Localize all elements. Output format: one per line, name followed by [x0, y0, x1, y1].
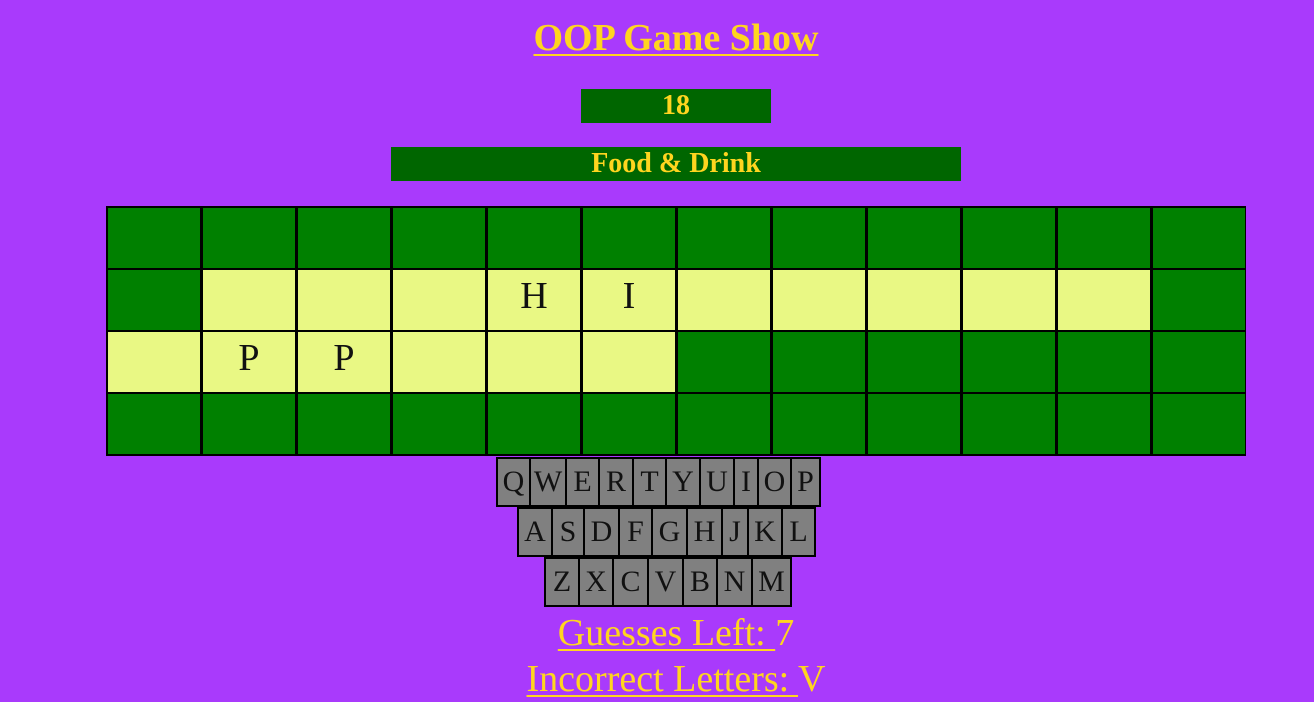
key-l[interactable]: L: [781, 507, 816, 557]
keyboard-row-3: ZXCVBNM: [544, 557, 792, 607]
key-u[interactable]: U: [699, 457, 735, 507]
key-m[interactable]: M: [751, 557, 792, 607]
board-blank-tile: [393, 208, 485, 268]
key-s[interactable]: S: [551, 507, 585, 557]
board-blank-tile: [773, 394, 865, 454]
key-g[interactable]: G: [651, 507, 688, 557]
board-letter-slot: [1058, 270, 1150, 330]
board-blank-tile: [1058, 332, 1150, 392]
board-letter-slot: [773, 270, 865, 330]
board-letter-slot: [393, 270, 485, 330]
key-a[interactable]: A: [517, 507, 553, 557]
board-letter-slot: P: [298, 332, 390, 392]
board-letter-slot: [203, 270, 295, 330]
board-blank-tile: [773, 332, 865, 392]
key-w[interactable]: W: [529, 457, 567, 507]
board-blank-tile: [108, 208, 200, 268]
board-blank-tile: [868, 332, 960, 392]
board-blank-tile: [678, 394, 770, 454]
keyboard-row-2: ASDFGHJKL: [517, 507, 816, 557]
key-j[interactable]: J: [721, 507, 749, 557]
board-blank-tile: [203, 394, 295, 454]
board-blank-tile: [868, 394, 960, 454]
board-blank-tile: [678, 332, 770, 392]
key-d[interactable]: D: [583, 507, 620, 557]
board-blank-tile: [678, 208, 770, 268]
board-blank-tile: [963, 208, 1055, 268]
board-blank-tile: [1153, 394, 1245, 454]
key-p[interactable]: P: [790, 457, 821, 507]
board-blank-tile: [488, 208, 580, 268]
score-display: 18: [581, 89, 771, 123]
board-blank-tile: [393, 394, 485, 454]
key-x[interactable]: X: [578, 557, 614, 607]
key-v[interactable]: V: [647, 557, 684, 607]
board-blank-tile: [583, 394, 675, 454]
key-r[interactable]: R: [598, 457, 634, 507]
key-k[interactable]: K: [747, 507, 783, 557]
board-letter-slot: [108, 332, 200, 392]
guesses-left-status: Guesses Left: 7: [0, 610, 1314, 656]
board-blank-tile: [488, 394, 580, 454]
board-blank-tile: [298, 394, 390, 454]
board-blank-tile: [1058, 208, 1150, 268]
board-letter-slot: [678, 270, 770, 330]
key-y[interactable]: Y: [665, 457, 701, 507]
board-letter-slot: [583, 332, 675, 392]
board-letter-slot: I: [583, 270, 675, 330]
board-blank-tile: [203, 208, 295, 268]
key-q[interactable]: Q: [496, 457, 531, 507]
board-letter-slot: P: [203, 332, 295, 392]
board-blank-tile: [963, 332, 1055, 392]
guesses-left-label: Guesses Left:: [557, 612, 776, 654]
incorrect-letters-value: V: [798, 658, 826, 700]
key-t[interactable]: T: [632, 457, 667, 507]
board-blank-tile: [583, 208, 675, 268]
keyboard-row-1: QWERTYUIOP: [496, 457, 821, 507]
board-letter-slot: [393, 332, 485, 392]
key-e[interactable]: E: [565, 457, 600, 507]
board-blank-tile: [298, 208, 390, 268]
guesses-left-value: 7: [775, 612, 795, 654]
category-label: Food & Drink: [391, 147, 961, 181]
board-letter-slot: [963, 270, 1055, 330]
board-letter-slot: [488, 332, 580, 392]
board-blank-tile: [868, 208, 960, 268]
game-title: OOP Game Show: [533, 17, 819, 59]
key-i[interactable]: I: [733, 457, 759, 507]
key-h[interactable]: H: [686, 507, 723, 557]
board-blank-tile: [108, 270, 200, 330]
board-blank-tile: [108, 394, 200, 454]
board-blank-tile: [773, 208, 865, 268]
key-n[interactable]: N: [716, 557, 753, 607]
board-blank-tile: [1153, 332, 1245, 392]
key-b[interactable]: B: [682, 557, 718, 607]
key-o[interactable]: O: [757, 457, 792, 507]
board-letter-slot: [868, 270, 960, 330]
board-letter-slot: H: [488, 270, 580, 330]
puzzle-board: HI PP: [106, 206, 1246, 456]
board-blank-tile: [963, 394, 1055, 454]
key-f[interactable]: F: [618, 507, 653, 557]
key-z[interactable]: Z: [544, 557, 580, 607]
key-c[interactable]: C: [612, 557, 649, 607]
incorrect-letters-status: Incorrect Letters: V: [0, 656, 1314, 702]
board-letter-slot: [298, 270, 390, 330]
board-blank-tile: [1153, 270, 1245, 330]
incorrect-letters-label: Incorrect Letters:: [526, 658, 799, 700]
board-blank-tile: [1153, 208, 1245, 268]
board-blank-tile: [1058, 394, 1150, 454]
